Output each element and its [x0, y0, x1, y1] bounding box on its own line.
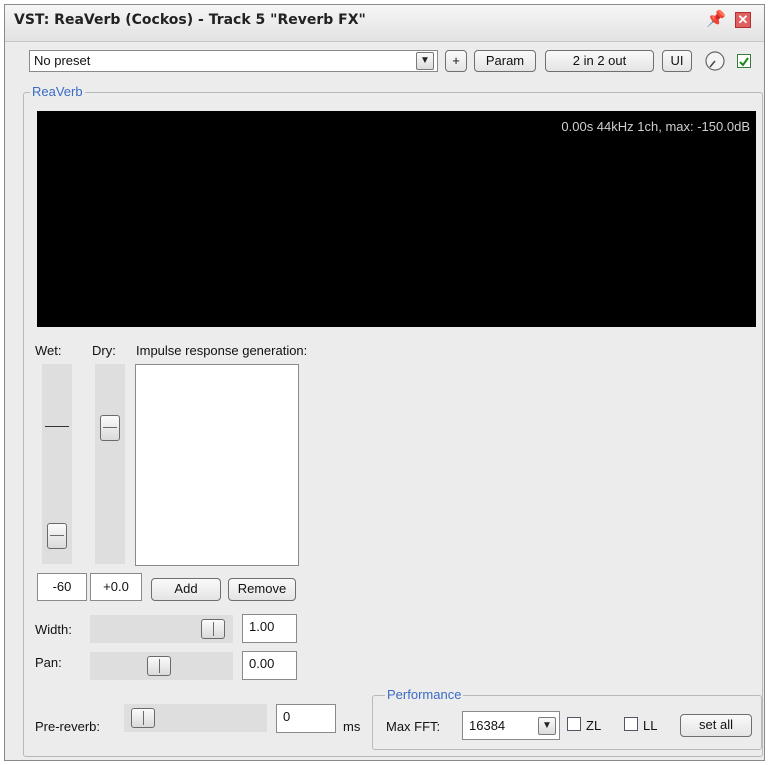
dry-slider-thumb[interactable]: [100, 415, 120, 441]
set-all-button[interactable]: set all: [680, 714, 752, 737]
window-title: VST: ReaVerb (Cockos) - Track 5 "Reverb …: [14, 12, 366, 28]
remove-button[interactable]: Remove: [228, 578, 296, 601]
pan-slider-thumb[interactable]: [147, 656, 171, 676]
max-fft-value: 16384: [469, 718, 506, 733]
dry-label: Dry:: [92, 343, 116, 358]
io-config-button[interactable]: 2 in 2 out: [545, 50, 654, 72]
width-value-field[interactable]: 1.00: [242, 614, 297, 643]
checkmark-icon: [739, 57, 749, 67]
pan-label: Pan:: [35, 655, 62, 670]
impulse-response-display: 0.00s 44kHz 1ch, max: -150.0dB: [37, 111, 756, 327]
ll-label: LL: [643, 718, 658, 733]
preset-dropdown-chevron-down-icon[interactable]: ▼: [416, 52, 434, 70]
param-button[interactable]: Param: [474, 50, 536, 72]
prereverb-value-field[interactable]: 0: [276, 704, 336, 733]
prereverb-slider-thumb[interactable]: [131, 708, 155, 728]
wet-label: Wet:: [35, 343, 62, 358]
prereverb-label: Pre-reverb:: [35, 719, 101, 734]
preset-combobox[interactable]: No preset: [29, 50, 438, 72]
ir-generation-list[interactable]: [135, 364, 299, 566]
wet-slider-thumb[interactable]: [47, 523, 67, 549]
dry-value-field[interactable]: +0.0: [90, 573, 142, 601]
zl-checkbox[interactable]: [567, 717, 581, 731]
performance-group-title: Performance: [385, 687, 464, 702]
reaverb-group-title: ReaVerb: [30, 84, 85, 99]
dry-slider[interactable]: [95, 364, 125, 564]
wet-knob-icon[interactable]: [704, 50, 726, 72]
wet-slider-marker: [45, 426, 69, 427]
close-icon[interactable]: ✕: [735, 12, 751, 28]
ll-checkbox[interactable]: [624, 717, 638, 731]
ui-button[interactable]: UI: [662, 50, 692, 72]
zl-label: ZL: [586, 718, 602, 733]
pan-value-field[interactable]: 0.00: [242, 651, 297, 680]
prereverb-unit: ms: [343, 719, 361, 734]
pin-icon[interactable]: 📌: [706, 11, 726, 29]
bypass-checkbox[interactable]: [737, 54, 751, 68]
preset-value: No preset: [34, 53, 91, 68]
wet-value-field[interactable]: -60: [37, 573, 87, 601]
width-label: Width:: [35, 622, 72, 637]
max-fft-label: Max FFT:: [386, 719, 441, 734]
max-fft-chevron-down-icon[interactable]: ▼: [538, 717, 556, 735]
width-slider-thumb[interactable]: [201, 619, 225, 639]
add-preset-button[interactable]: +: [445, 50, 467, 72]
display-info: 0.00s 44kHz 1ch, max: -150.0dB: [561, 119, 750, 134]
add-button[interactable]: Add: [151, 578, 221, 601]
ir-generation-label: Impulse response generation:: [136, 343, 308, 358]
